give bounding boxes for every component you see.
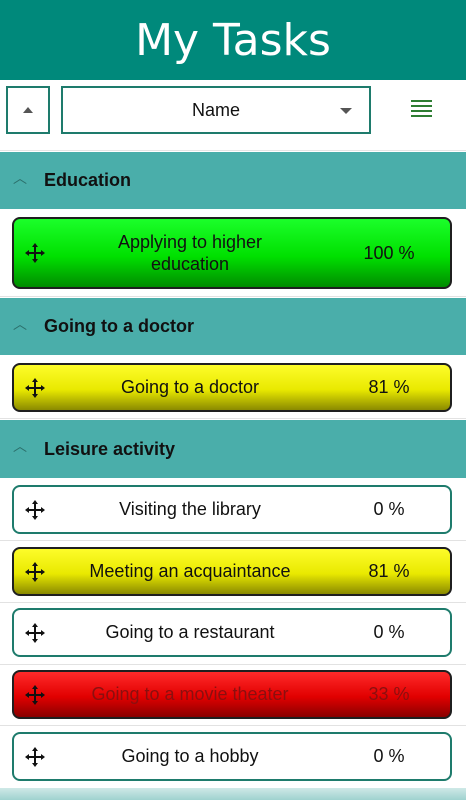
task-row[interactable]: Applying to higher education 100 % <box>12 217 452 289</box>
group-title: Education <box>44 170 132 190</box>
task-name: Applying to higher education <box>117 231 263 275</box>
divider <box>0 664 466 665</box>
task-percent: 100 % <box>363 242 415 263</box>
divider <box>0 602 466 603</box>
group-header-education[interactable]: ︿ Education <box>0 152 466 209</box>
move-icon[interactable] <box>24 242 46 264</box>
sort-select[interactable]: Name <box>61 86 371 134</box>
group-title: Leisure activity <box>44 438 176 459</box>
task-row[interactable]: Going to a restaurant 0 % <box>12 608 452 657</box>
move-icon[interactable] <box>24 746 46 768</box>
task-name: Going to a movie theater <box>91 684 289 705</box>
chevron-down-icon <box>340 108 352 114</box>
task-row[interactable]: Going to a doctor 81 % <box>12 363 452 412</box>
group-title: Going to a doctor <box>44 316 194 336</box>
chevron-up-icon[interactable]: ︿ <box>13 436 27 456</box>
task-percent: 81 % <box>368 561 410 581</box>
task-percent: 0 % <box>373 499 405 519</box>
task-percent: 0 % <box>373 622 405 642</box>
move-icon[interactable] <box>24 377 46 399</box>
group-header-going-to-a-doctor[interactable]: ︿ Going to a doctor <box>0 298 466 355</box>
divider <box>0 725 466 726</box>
divider <box>0 296 466 297</box>
move-icon[interactable] <box>24 684 46 706</box>
move-icon[interactable] <box>24 499 46 521</box>
task-name: Going to a doctor <box>120 377 260 398</box>
task-name: Going to a hobby <box>121 746 259 767</box>
list-icon[interactable] <box>411 100 432 118</box>
move-icon[interactable] <box>24 622 46 644</box>
task-percent: 0 % <box>373 746 405 766</box>
task-percent: 81 % <box>368 377 410 397</box>
app-header: My Tasks <box>0 0 466 80</box>
divider <box>0 540 466 541</box>
chevron-up-icon[interactable]: ︿ <box>13 314 27 334</box>
sort-direction-button[interactable] <box>6 86 50 134</box>
task-name: Meeting an acquaintance <box>89 561 291 582</box>
task-name: Visiting the library <box>119 499 261 520</box>
toolbar: Name <box>0 80 466 151</box>
sort-select-value: Name <box>191 99 240 120</box>
task-row[interactable]: Going to a movie theater 33 % <box>12 670 452 719</box>
task-name: Going to a restaurant <box>105 622 275 643</box>
divider <box>0 418 466 419</box>
sort-ascending-icon <box>23 107 33 113</box>
move-icon[interactable] <box>24 561 46 583</box>
task-row[interactable]: Visiting the library 0 % <box>12 485 452 534</box>
task-row[interactable]: Going to a hobby 0 % <box>12 732 452 781</box>
group-header-leisure-activity[interactable]: ︿ Leisure activity <box>0 420 466 478</box>
task-percent: 33 % <box>368 684 410 704</box>
chevron-up-icon[interactable]: ︿ <box>13 168 27 188</box>
task-row[interactable]: Meeting an acquaintance 81 % <box>12 547 452 596</box>
bottom-strip <box>0 788 466 800</box>
app-title: My Tasks <box>135 14 331 66</box>
